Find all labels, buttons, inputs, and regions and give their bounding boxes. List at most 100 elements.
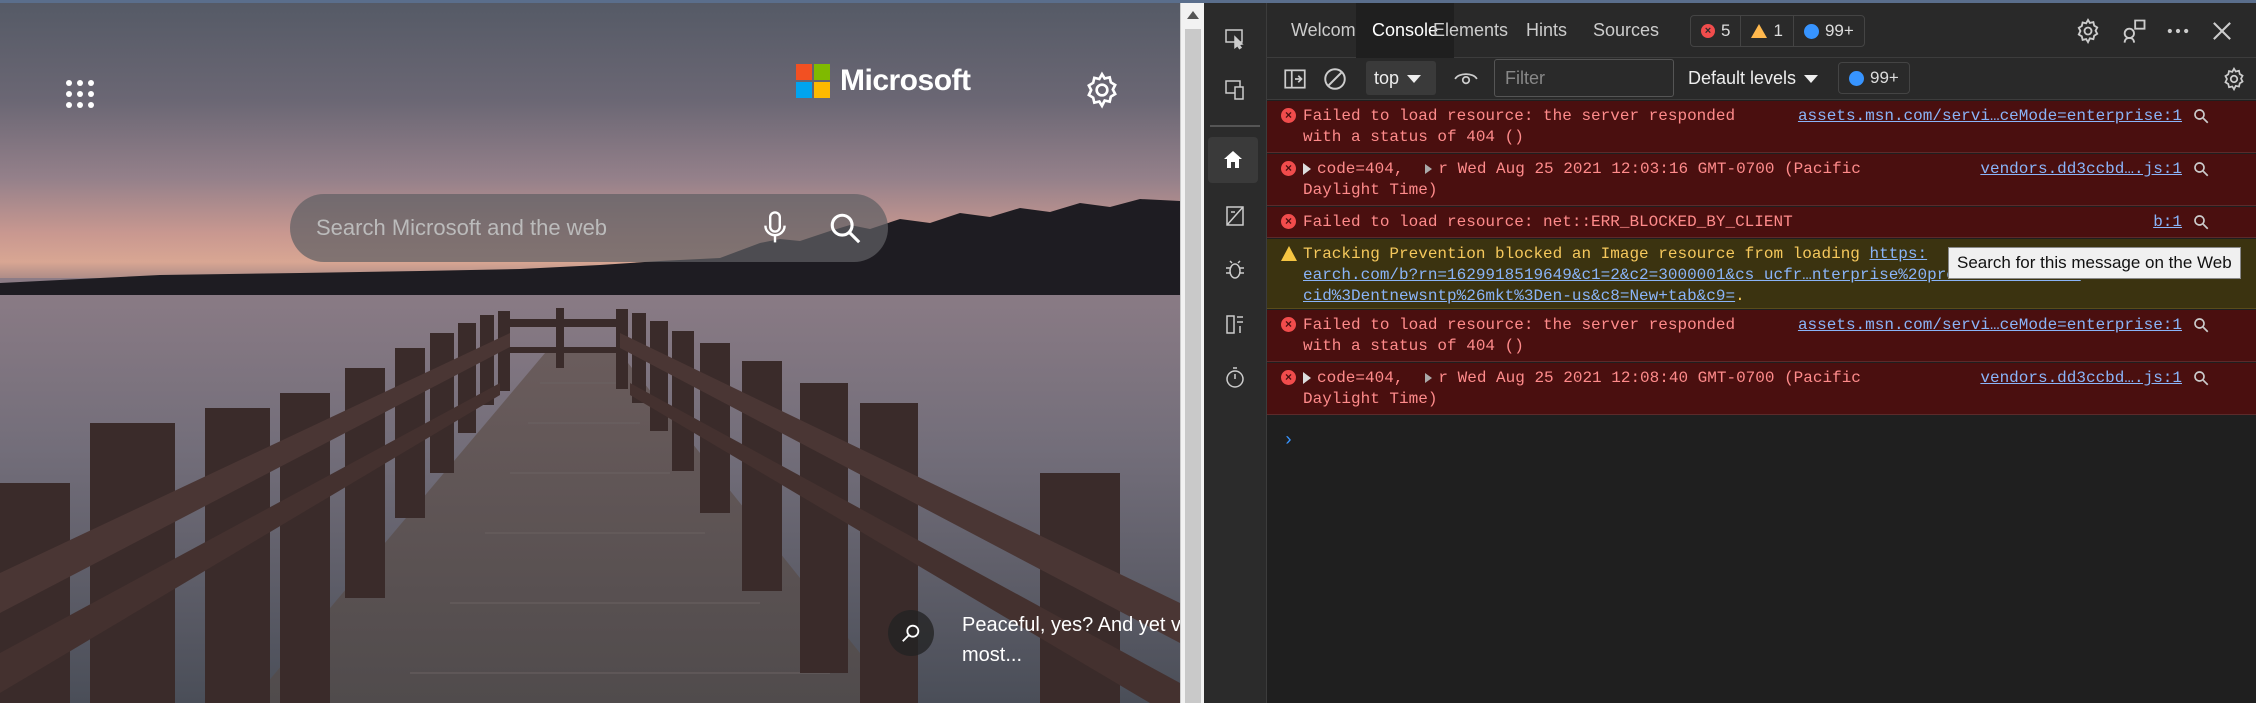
microphone-icon[interactable] — [760, 210, 790, 246]
message-part: . — [1735, 287, 1745, 305]
console-message-error[interactable]: × Failed to load resource: net::ERR_BLOC… — [1267, 207, 2256, 238]
search-web-icon[interactable] — [2192, 316, 2210, 334]
console-settings-gear-icon[interactable] — [2221, 66, 2247, 92]
scroll-up-arrow-icon[interactable] — [1187, 11, 1199, 19]
microsoft-logo-text: Microsoft — [840, 64, 971, 97]
image-info-icon[interactable] — [888, 610, 934, 656]
devtools-panel: Welcome Console Elements Hints Sources ×… — [1204, 3, 2256, 703]
message-part: r Wed Aug 25 2021 12:08:40 GMT-0700 (Pac… — [1438, 369, 1861, 387]
warning-icon — [1751, 24, 1768, 38]
app-launcher-icon[interactable] — [62, 76, 94, 108]
filter-input[interactable] — [1494, 59, 1674, 97]
error-icon: × — [1281, 317, 1296, 332]
expand-arrow-icon[interactable] — [1425, 372, 1433, 383]
search-web-icon[interactable] — [2192, 160, 2210, 178]
tab-elements[interactable]: Elements — [1431, 3, 1510, 58]
message-counts[interactable]: × 5 1 99+ — [1690, 15, 1865, 47]
source-link[interactable]: b:1 — [2153, 212, 2182, 233]
caption-text[interactable]: Peaceful, yes? And yet v most... — [962, 610, 1180, 670]
new-tab-page: Microsoft Peaceful, yes? — [0, 3, 1180, 703]
screen: Microsoft Peaceful, yes? — [0, 0, 2256, 703]
feedback-icon[interactable] — [2120, 17, 2148, 45]
inspect-element-icon[interactable] — [1218, 21, 1252, 55]
show-sidebar-icon[interactable] — [1282, 66, 1308, 92]
warning-count-label: 1 — [1773, 21, 1783, 40]
debugger-bug-icon[interactable] — [1218, 253, 1252, 287]
console-output: × Failed to load resource: the server re… — [1267, 101, 2256, 703]
search-input[interactable] — [316, 215, 760, 241]
console-message-error[interactable]: × code=404, r Wed Aug 25 2021 12:03:16 GM… — [1267, 154, 2256, 206]
expand-arrow-icon[interactable] — [1425, 163, 1433, 174]
error-count-label: 5 — [1721, 21, 1731, 40]
devtools-activity-bar — [1204, 3, 1267, 703]
log-levels-dropdown[interactable]: Default levels — [1688, 61, 1819, 95]
chevron-down-icon — [1407, 75, 1422, 84]
settings-gear-icon[interactable] — [2074, 17, 2102, 45]
microsoft-logo-icon — [796, 64, 830, 98]
device-emulation-icon[interactable] — [1218, 73, 1252, 107]
chevron-down-icon — [1804, 75, 1819, 84]
message-part: code=404, — [1317, 369, 1404, 387]
error-icon: × — [1281, 370, 1296, 385]
page-scrollbar[interactable] — [1180, 3, 1204, 703]
performance-icon[interactable] — [1218, 307, 1252, 341]
message-text: Failed to load resource: net::ERR_BLOCKE… — [1303, 213, 1793, 231]
error-icon: × — [1701, 24, 1715, 38]
search-web-tooltip: Search for this message on the Web — [1948, 247, 2241, 279]
message-text: Failed to load resource: the server resp… — [1303, 316, 1736, 355]
scrollbar-thumb[interactable] — [1185, 29, 1201, 703]
issues-count-label: 99+ — [1824, 21, 1854, 40]
console-message-error[interactable]: × code=404, r Wed Aug 25 2021 12:08:40 GM… — [1267, 363, 2256, 415]
microsoft-logo: Microsoft — [796, 64, 971, 98]
message-bubble-icon — [1849, 70, 1864, 86]
error-count[interactable]: × 5 — [1691, 16, 1740, 46]
console-message-error[interactable]: × Failed to load resource: the server re… — [1267, 310, 2256, 362]
warning-icon — [1281, 246, 1297, 261]
tab-sources[interactable]: Sources — [1591, 3, 1661, 58]
home-icon[interactable] — [1208, 137, 1258, 183]
message-text: code=404, r Wed Aug 25 2021 12:08:40 GMT-… — [1303, 368, 1861, 410]
search-web-icon[interactable] — [2192, 107, 2210, 125]
search-web-icon[interactable] — [2192, 369, 2210, 387]
search-icon[interactable] — [828, 211, 862, 245]
issues-label: 99+ — [1870, 68, 1899, 87]
source-link[interactable]: assets.msn.com/servi…ceMode=enterprise:1 — [1798, 315, 2182, 336]
log-levels-label: Default levels — [1688, 68, 1797, 88]
console-message-error[interactable]: × Failed to load resource: the server re… — [1267, 101, 2256, 153]
timer-icon[interactable] — [1218, 361, 1252, 395]
expand-arrow-icon[interactable] — [1303, 371, 1311, 384]
context-label: top — [1374, 68, 1400, 88]
context-selector[interactable]: top — [1366, 61, 1436, 95]
background-image — [0, 199, 1180, 703]
error-icon: × — [1281, 214, 1296, 229]
page-settings-gear-icon[interactable] — [1082, 70, 1122, 110]
error-icon: × — [1281, 108, 1296, 123]
close-icon[interactable] — [2208, 17, 2236, 45]
network-icon[interactable] — [1218, 199, 1252, 233]
message-part: r Wed Aug 25 2021 12:03:16 GMT-0700 (Pac… — [1438, 160, 1861, 178]
message-text: code=404, r Wed Aug 25 2021 12:03:16 GMT-… — [1303, 159, 1861, 201]
tab-hints[interactable]: Hints — [1524, 3, 1569, 58]
source-link[interactable]: vendors.dd3ccbd….js:1 — [1980, 159, 2182, 180]
issues-button[interactable]: 99+ — [1838, 62, 1910, 94]
resource-link[interactable]: cid%3Dentnewsntp%26mkt%3Den-us&c8=New+ta… — [1303, 287, 1735, 305]
expand-arrow-icon[interactable] — [1303, 162, 1311, 175]
warning-count[interactable]: 1 — [1740, 16, 1792, 46]
activity-bar-separator — [1210, 125, 1260, 127]
message-part: code=404, — [1317, 160, 1404, 178]
live-expression-eye-icon[interactable] — [1453, 66, 1479, 92]
message-part: Daylight Time) — [1303, 181, 1438, 199]
more-options-icon[interactable] — [2164, 17, 2192, 45]
web-search-box — [290, 194, 888, 262]
resource-link[interactable]: https: — [1870, 245, 1928, 263]
image-caption[interactable]: Peaceful, yes? And yet v most... — [888, 610, 1180, 670]
clear-console-icon[interactable] — [1322, 66, 1348, 92]
search-web-icon[interactable] — [2192, 213, 2210, 231]
console-prompt[interactable]: › — [1283, 431, 1294, 451]
message-text: Failed to load resource: the server resp… — [1303, 107, 1736, 146]
issues-count[interactable]: 99+ — [1792, 16, 1864, 46]
error-icon: × — [1281, 161, 1296, 176]
source-link[interactable]: assets.msn.com/servi…ceMode=enterprise:1 — [1798, 106, 2182, 127]
message-part: Daylight Time) — [1303, 390, 1438, 408]
source-link[interactable]: vendors.dd3ccbd….js:1 — [1980, 368, 2182, 389]
